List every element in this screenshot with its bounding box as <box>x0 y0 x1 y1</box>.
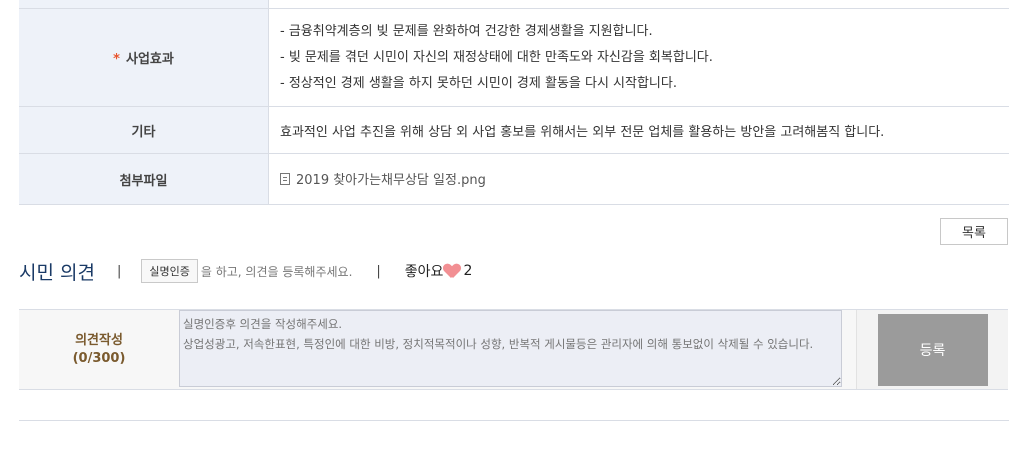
bottom-divider <box>19 420 1009 421</box>
effect-label-cell: * 사업효과 <box>19 8 269 107</box>
like-label: 좋아요 <box>404 264 444 280</box>
heart-icon[interactable] <box>444 264 460 278</box>
effect-line: - 금융취약계층의 빚 문제를 완화하여 건강한 경제생활을 지원합니다. <box>280 23 653 39</box>
like-count: 2 <box>463 263 473 279</box>
etc-value: 효과적인 사업 추진을 위해 상담 외 사업 홍보를 위해서는 외부 전문 업체… <box>268 106 1009 154</box>
submit-button[interactable]: 등록 <box>877 313 988 386</box>
comment-label: 의견작성 <box>75 332 123 348</box>
comment-counter: (0/300) <box>72 350 126 366</box>
submit-cell: 등록 <box>856 310 1008 389</box>
attachment-filename: 2019 찾아가는채무상담 일정.png <box>296 173 486 189</box>
effect-value-cell: - 금융취약계층의 빚 문제를 완화하여 건강한 경제생활을 지원합니다. - … <box>268 8 1009 107</box>
attach-label: 첨부파일 <box>19 153 269 205</box>
real-name-auth-button[interactable]: 실명인증 <box>141 259 198 283</box>
project-info-table: * 사업효과 - 금융취약계층의 빚 문제를 완화하여 건강한 경제생활을 지원합… <box>19 0 1009 205</box>
comment-form: 의견작성 (0/300) 등록 <box>19 309 1008 390</box>
etc-label: 기타 <box>19 106 269 154</box>
file-icon <box>280 172 290 185</box>
auth-instruction: 을 하고, 의견을 등록해주세요. <box>200 264 353 279</box>
separator: | <box>376 263 381 279</box>
effect-line: - 빚 문제를 겪던 시민이 자신의 재정상태에 대한 만족도와 자신감을 회복… <box>280 49 713 65</box>
opinion-title: 시민 의견 <box>19 261 95 284</box>
effect-line: - 정상적인 경제 생활을 하지 못하던 시민이 경제 활동을 다시 시작합니다… <box>280 75 677 91</box>
table-header-top <box>19 0 269 9</box>
separator: | <box>116 263 122 279</box>
effect-label: 사업효과 <box>125 52 174 67</box>
comment-label-cell: 의견작성 (0/300) <box>19 310 179 389</box>
table-cell-top <box>268 0 1009 9</box>
attach-value-cell: 2019 찾아가는채무상담 일정.png <box>268 153 1009 205</box>
list-button[interactable]: 목록 <box>940 218 1008 245</box>
attachment-link[interactable]: 2019 찾아가는채무상담 일정.png <box>280 169 486 188</box>
comment-textarea[interactable] <box>179 310 842 387</box>
required-mark: * <box>113 52 120 67</box>
opinion-header: 시민 의견 | 실명인증 을 하고, 의견을 등록해주세요. | 좋아요 2 <box>19 256 472 286</box>
